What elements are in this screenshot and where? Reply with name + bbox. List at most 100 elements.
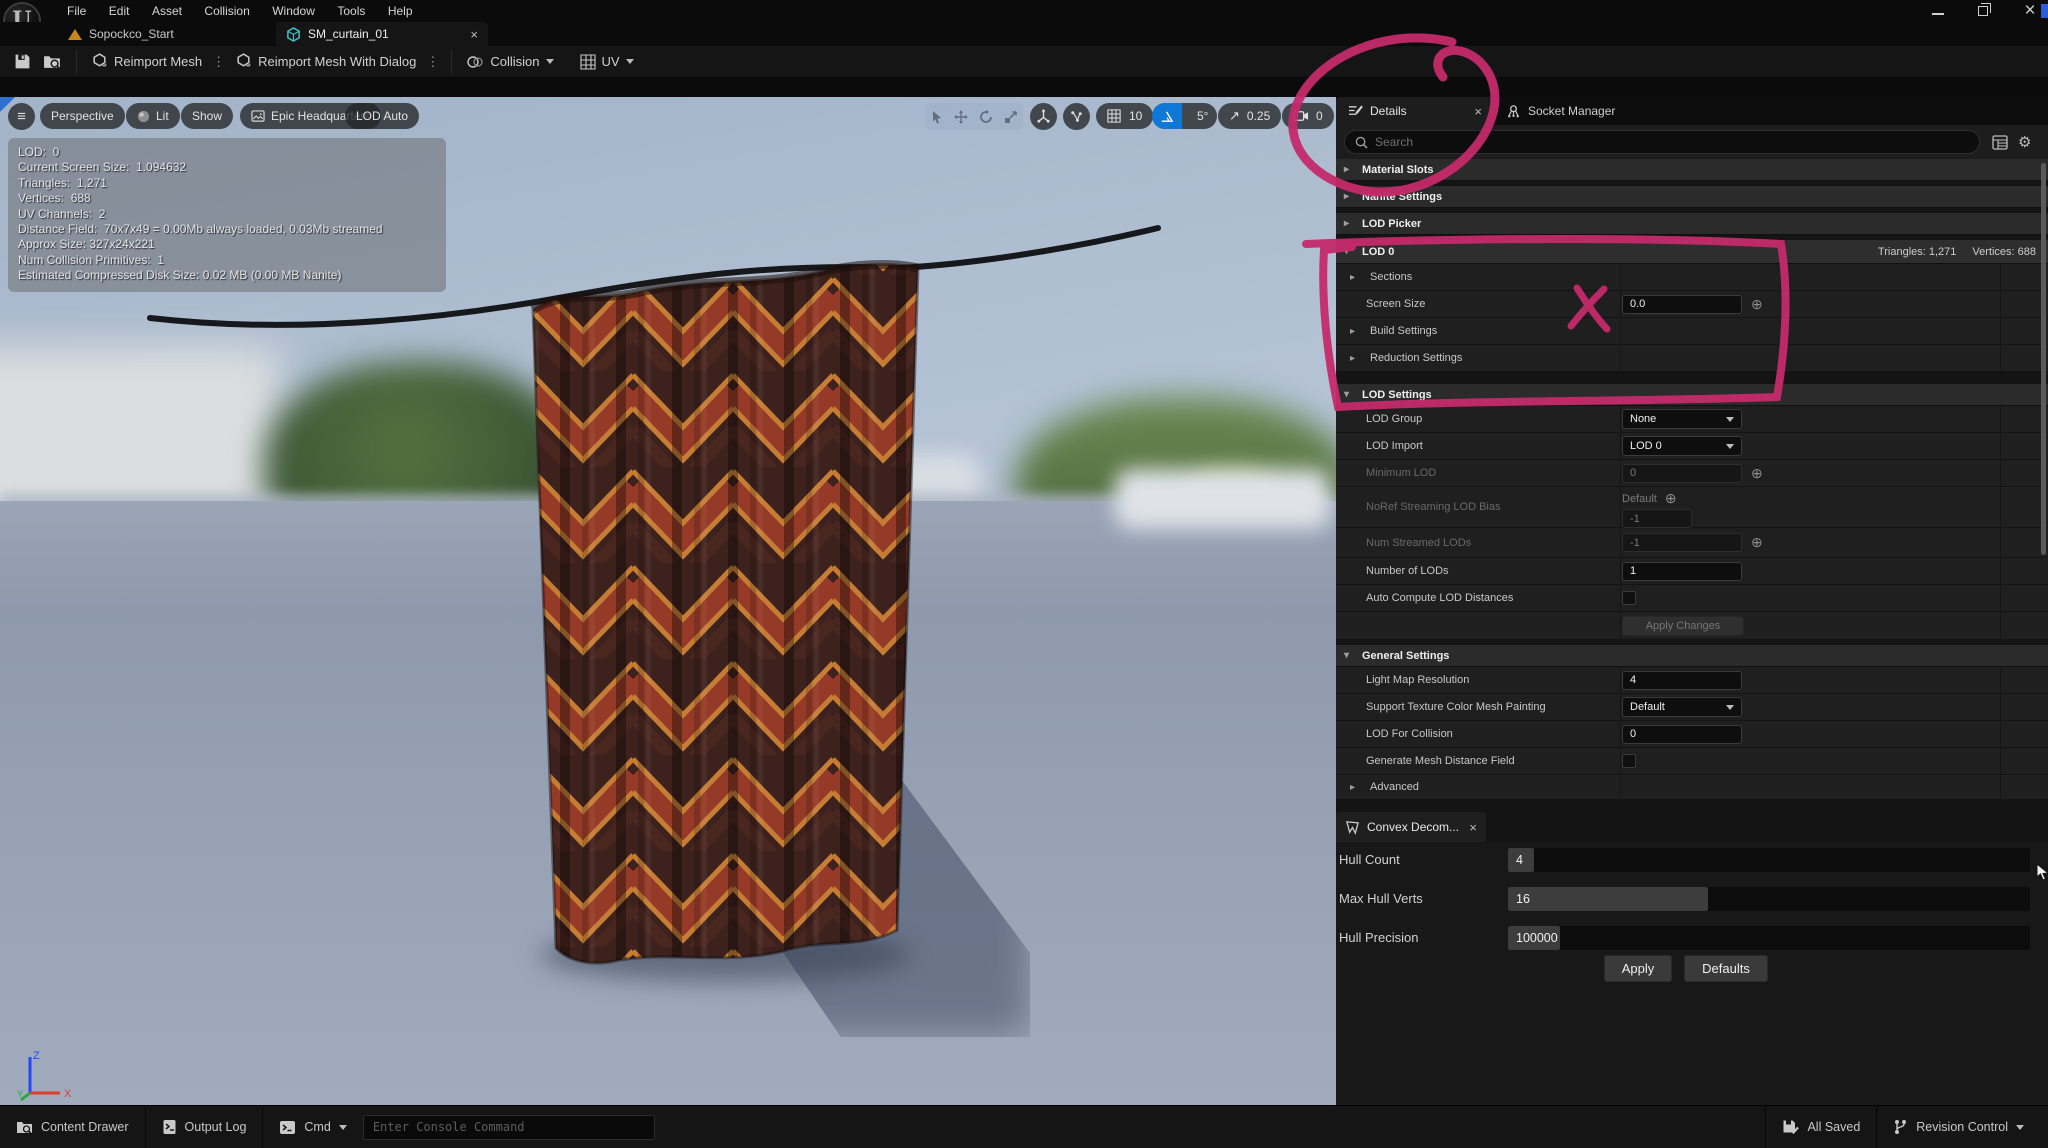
tab-sm-curtain-01[interactable]: SM_curtain_01 × bbox=[276, 22, 488, 46]
tab-close-icon[interactable]: × bbox=[470, 27, 478, 42]
row-label: Support Texture Color Mesh Painting bbox=[1336, 701, 1546, 713]
menu-collision[interactable]: Collision bbox=[195, 0, 258, 22]
output-log-button[interactable]: Output Log bbox=[146, 1106, 263, 1148]
details-tab-row: Details × Socket Manager bbox=[1336, 97, 2048, 125]
camera-speed-control[interactable]: 0 bbox=[1282, 103, 1334, 129]
lod-auto-dropdown[interactable]: LOD Auto bbox=[345, 103, 419, 129]
reset-to-default-icon[interactable]: ⊕ bbox=[1751, 465, 1763, 482]
all-saved-button[interactable]: All Saved bbox=[1766, 1106, 1876, 1148]
screen-size-field[interactable]: 0.0 bbox=[1622, 295, 1742, 314]
category-nanite-settings[interactable]: ▸ Nanite Settings bbox=[1336, 186, 2048, 208]
viewport-options-menu-button[interactable]: ≡ bbox=[8, 103, 35, 130]
expander-icon[interactable]: ▾ bbox=[1344, 650, 1354, 661]
reset-to-default-icon[interactable]: ⊕ bbox=[1751, 296, 1763, 313]
row-sections[interactable]: ▸ Sections bbox=[1336, 264, 2048, 291]
apply-button[interactable]: Apply bbox=[1604, 955, 1672, 982]
lod-import-dropdown[interactable]: LOD 0 bbox=[1622, 436, 1742, 456]
expander-icon[interactable]: ▸ bbox=[1350, 782, 1360, 793]
row-label: Auto Compute LOD Distances bbox=[1336, 592, 1513, 604]
menu-window[interactable]: Window bbox=[263, 0, 324, 22]
scale-tool-icon[interactable] bbox=[1004, 110, 1018, 124]
rotation-snap-control[interactable]: 5° bbox=[1152, 103, 1217, 129]
scale-snap-control[interactable]: ↗ 0.25 bbox=[1218, 103, 1281, 129]
world-local-gizmo-button[interactable] bbox=[1030, 103, 1057, 130]
close-icon[interactable]: × bbox=[2022, 3, 2038, 19]
tab-convex-decomposition[interactable]: Convex Decom... × bbox=[1336, 812, 1486, 842]
cmd-dropdown[interactable]: Cmd bbox=[263, 1106, 362, 1148]
surface-snap-button[interactable] bbox=[1063, 103, 1090, 130]
category-lod-settings[interactable]: ▾ LOD Settings bbox=[1336, 384, 2048, 406]
reset-to-default-icon[interactable]: ⊕ bbox=[1665, 490, 1677, 507]
grid-snap-control[interactable]: 10 bbox=[1096, 103, 1153, 129]
show-dropdown[interactable]: Show bbox=[181, 103, 233, 129]
expander-icon[interactable]: ▸ bbox=[1344, 164, 1354, 175]
category-material-slots[interactable]: ▸ Material Slots bbox=[1336, 159, 2048, 181]
row-reduction-settings[interactable]: ▸ Reduction Settings bbox=[1336, 345, 2048, 372]
search-input[interactable] bbox=[1375, 135, 1969, 149]
lit-dropdown[interactable]: Lit bbox=[126, 103, 180, 129]
menu-file[interactable]: File bbox=[58, 0, 95, 22]
apply-changes-button[interactable]: Apply Changes bbox=[1622, 616, 1744, 636]
expander-icon[interactable]: ▸ bbox=[1350, 353, 1360, 364]
support-texture-dropdown[interactable]: Default bbox=[1622, 697, 1742, 717]
move-tool-icon[interactable] bbox=[954, 110, 968, 124]
revision-control-icon bbox=[1893, 1119, 1908, 1135]
reimport-options-kebab[interactable]: ⋮ bbox=[208, 54, 229, 70]
lod-for-collision-field[interactable]: 0 bbox=[1622, 725, 1742, 744]
reimport-mesh-button[interactable]: Reimport Mesh bbox=[85, 47, 208, 77]
generate-distance-field-checkbox[interactable] bbox=[1622, 754, 1636, 768]
noref-bias-field[interactable]: -1 bbox=[1622, 509, 1692, 528]
hull-precision-slider[interactable]: 100000 bbox=[1508, 926, 2030, 950]
rotate-tool-icon[interactable] bbox=[979, 110, 993, 124]
revision-control-dropdown[interactable]: Revision Control bbox=[1877, 1106, 2048, 1148]
number-of-lods-field[interactable]: 1 bbox=[1622, 562, 1742, 581]
row-advanced[interactable]: ▸ Advanced bbox=[1336, 775, 2048, 800]
details-tab-close-icon[interactable]: × bbox=[1474, 104, 1482, 119]
expander-icon[interactable]: ▸ bbox=[1344, 218, 1354, 229]
menu-tools[interactable]: Tools bbox=[328, 0, 374, 22]
uv-dropdown[interactable]: UV bbox=[574, 47, 640, 77]
minimum-lod-field[interactable]: 0 bbox=[1622, 464, 1742, 483]
expander-icon[interactable]: ▸ bbox=[1344, 191, 1354, 202]
auto-compute-checkbox[interactable] bbox=[1622, 591, 1636, 605]
tab-sopockco-start[interactable]: Sopockco_Start bbox=[58, 22, 184, 46]
save-button[interactable] bbox=[8, 47, 37, 77]
hull-count-slider[interactable]: 4 bbox=[1508, 848, 2030, 872]
select-tool-icon[interactable] bbox=[931, 110, 943, 124]
perspective-dropdown[interactable]: Perspective bbox=[40, 103, 125, 129]
rotation-snap-toggle[interactable] bbox=[1152, 103, 1182, 129]
console-command-input[interactable] bbox=[363, 1115, 655, 1140]
expander-icon[interactable]: ▸ bbox=[1350, 326, 1360, 337]
category-general-settings[interactable]: ▾ General Settings bbox=[1336, 645, 2048, 667]
tab-socket-manager[interactable]: Socket Manager bbox=[1494, 97, 1627, 125]
settings-gear-icon[interactable]: ⚙ bbox=[2018, 133, 2031, 151]
content-drawer-button[interactable]: Content Drawer bbox=[0, 1106, 145, 1148]
minimize-icon[interactable] bbox=[1932, 8, 1944, 15]
reset-to-default-icon[interactable]: ⊕ bbox=[1751, 534, 1763, 551]
category-lod-picker[interactable]: ▸ LOD Picker bbox=[1336, 213, 2048, 235]
expander-icon[interactable]: ▸ bbox=[1350, 272, 1360, 283]
search-box[interactable] bbox=[1344, 130, 1980, 154]
num-streamed-lods-field[interactable]: -1 bbox=[1622, 533, 1742, 552]
expander-icon[interactable]: ▾ bbox=[1344, 246, 1354, 257]
menu-edit[interactable]: Edit bbox=[100, 0, 139, 22]
details-scrollbar[interactable] bbox=[2041, 163, 2046, 555]
reimport-mesh-with-dialog-button[interactable]: Reimport Mesh With Dialog bbox=[229, 47, 422, 77]
defaults-button[interactable]: Defaults bbox=[1684, 955, 1768, 982]
light-map-resolution-field[interactable]: 4 bbox=[1622, 671, 1742, 690]
restore-icon[interactable] bbox=[1978, 6, 1988, 16]
viewport[interactable]: ≡ Perspective Lit Show Epic Headquarters… bbox=[0, 97, 1336, 1105]
tab-details[interactable]: Details × bbox=[1336, 97, 1494, 125]
lod-group-dropdown[interactable]: None bbox=[1622, 409, 1742, 429]
max-hull-verts-slider[interactable]: 16 bbox=[1508, 887, 2030, 911]
menu-asset[interactable]: Asset bbox=[143, 0, 191, 22]
menu-help[interactable]: Help bbox=[379, 0, 422, 22]
browse-to-asset-button[interactable] bbox=[37, 47, 68, 77]
collision-dropdown[interactable]: Collision bbox=[460, 47, 559, 77]
expander-icon[interactable]: ▾ bbox=[1344, 389, 1354, 400]
reimport-dialog-options-kebab[interactable]: ⋮ bbox=[422, 54, 443, 70]
display-filter-icon[interactable] bbox=[1992, 135, 2008, 150]
convex-tab-close-icon[interactable]: × bbox=[1469, 820, 1477, 835]
category-lod0[interactable]: ▾ LOD 0 Triangles: 1,271 Vertices: 688 bbox=[1336, 240, 2048, 264]
row-build-settings[interactable]: ▸ Build Settings bbox=[1336, 318, 2048, 345]
